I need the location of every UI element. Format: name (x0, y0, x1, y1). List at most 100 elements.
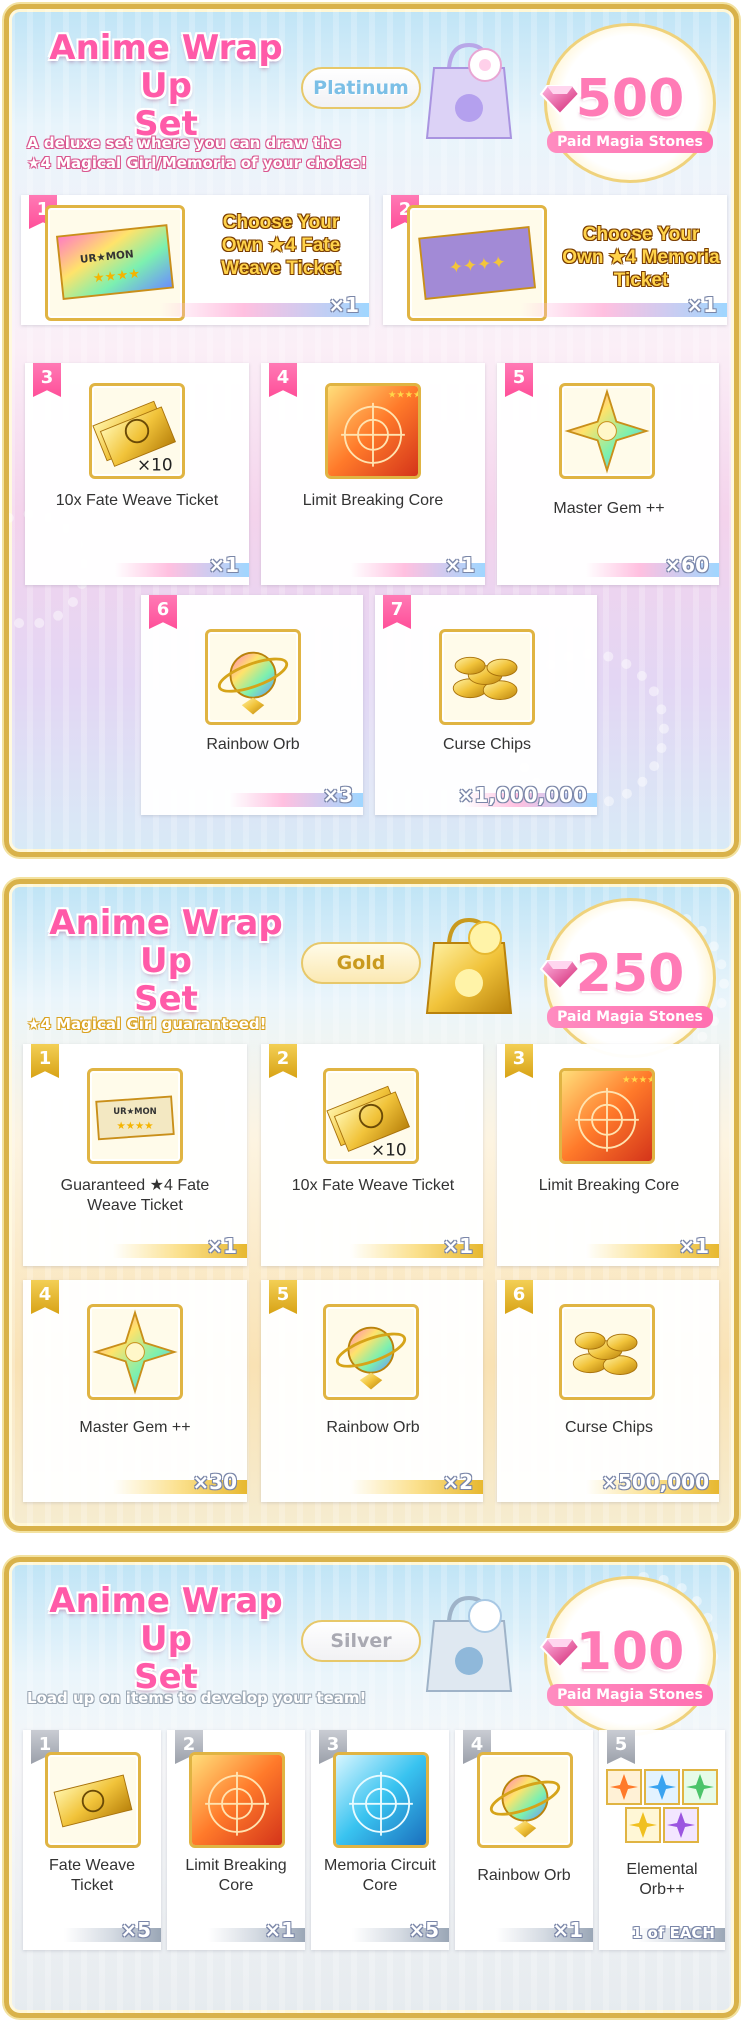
item-label: Elemental Orb++ (626, 1861, 698, 1898)
item-label: Rainbow Orb (477, 1867, 571, 1884)
tier-badge-gold: Gold (301, 942, 421, 984)
item-number-tab: 7 (383, 595, 411, 629)
item-label: Rainbow Orb (326, 1419, 420, 1436)
item-quantity: ×30 (192, 1470, 237, 1494)
set-item-card[interactable]: 1 UR★MON ★★★★ Choose Your Own ★4 Fate We… (21, 195, 369, 325)
item-number-tab: 3 (505, 1044, 533, 1078)
item-label: Master Gem ++ (553, 500, 665, 517)
description-line1: A deluxe set where you can draw the (27, 134, 341, 152)
item-quantity: ×500,000 (601, 1470, 709, 1494)
item-quantity: ×1 (208, 553, 239, 577)
item-quantity: ×1,000,000 (457, 783, 587, 807)
item-label: Limit Breaking Core (185, 1857, 287, 1894)
set-item-card[interactable]: 2 Limit Breaking Core ×1 (167, 1730, 305, 1950)
price-value: 500 (575, 69, 685, 129)
set-item-card[interactable]: 2 ✦✦✦✦ Choose Your Own ★4 Memoria Ticket… (383, 195, 727, 325)
item-number-tab: 5 (269, 1280, 297, 1314)
set-title: Anime Wrap Up Set (31, 904, 301, 1018)
item-quantity: ×1 (678, 1234, 709, 1258)
set-item-card[interactable]: 3 Memoria Circuit Core ×5 (311, 1730, 449, 1950)
item-number-tab: 6 (505, 1280, 533, 1314)
item-label: Curse Chips (564, 1419, 654, 1436)
item-label: 10x Fate Weave Ticket (291, 1177, 455, 1194)
set-title-line2: Set (134, 979, 198, 1019)
item-quantity: ×1 (328, 293, 359, 317)
rainbow-orb-icon (205, 629, 301, 725)
item-number-tab: 6 (149, 595, 177, 629)
item-label: Choose Your Own ★4 Fate Weave Ticket (221, 212, 341, 279)
gem-icon (539, 960, 581, 991)
description-line2: ★4 Magical Girl/Memoria of your choice! (27, 154, 368, 172)
set-title: Anime Wrap Up Set (31, 29, 301, 143)
set-item-card[interactable]: 1 UR★MON ★★★★ Guaranteed ★4 Fate Weave T… (23, 1044, 247, 1266)
ticket-icon: ×10 (89, 383, 185, 479)
core-icon: ★★★★ (559, 1068, 655, 1164)
set-item-card[interactable]: 3 ★★★★ Limit Breaking Core ×1 (497, 1044, 719, 1266)
item-quantity: ×60 (664, 553, 709, 577)
ticket-icon: ×10 (323, 1068, 419, 1164)
set-item-card[interactable]: 5 Rainbow Orb ×2 (261, 1280, 483, 1502)
price-currency-label: Paid Magia Stones (547, 131, 713, 153)
silver-set-panel[interactable]: Anime Wrap Up Set Silver 100 Paid Magia … (4, 1557, 739, 2018)
set-item-card[interactable]: 4 ★★★★ Limit Breaking Core ×1 (261, 363, 485, 585)
ticket-icon (45, 1752, 141, 1848)
item-label: Curse Chips (442, 736, 532, 753)
set-title-line1: Anime Wrap Up (49, 1581, 283, 1659)
icon-multiplier-badge: ×10 (137, 454, 173, 474)
core-stars: ★★★★ (388, 389, 421, 400)
item-label: 10x Fate Weave Ticket (55, 492, 219, 509)
price-medallion: 100 Paid Magia Stones (539, 1576, 716, 1736)
gem-icon (539, 1638, 581, 1669)
set-item-card[interactable]: 5 Master Gem ++ ×60 (497, 363, 719, 585)
bag-icon (425, 42, 513, 139)
set-item-card[interactable]: 1 Fate Weave Ticket ×5 (23, 1730, 161, 1950)
item-number-tab: 1 (31, 1044, 59, 1078)
item-quantity: ×1 (206, 1234, 237, 1258)
set-item-card[interactable]: 6 Rainbow Orb ×3 (141, 595, 363, 815)
memoria-core-icon (333, 1752, 429, 1848)
set-description: A deluxe set where you can draw the ★4 M… (27, 133, 407, 173)
item-label: Choose Your Own ★4 Memoria Ticket (562, 224, 720, 291)
set-item-card[interactable]: 3 ×10 10x Fate Weave Ticket ×1 (25, 363, 249, 585)
curse-chips-icon (559, 1304, 655, 1400)
set-title-line1: Anime Wrap Up (49, 28, 283, 106)
item-quantity: ×1 (686, 293, 717, 317)
bag-icon (425, 1595, 513, 1692)
set-item-card[interactable]: 5 Elemental Orb++ 1 of EACH (599, 1730, 725, 1950)
item-number-tab: 4 (269, 363, 297, 397)
rainbow-orb-icon (477, 1752, 573, 1848)
item-label: Rainbow Orb (206, 736, 300, 753)
set-item-card[interactable]: 6 Curse Chips ×500,000 (497, 1280, 719, 1502)
item-quantity: ×1 (552, 1918, 583, 1942)
tier-badge-platinum: Platinum (301, 67, 421, 109)
set-description: ★4 Magical Girl guaranteed! (27, 1015, 267, 1033)
tier-badge-silver: Silver (301, 1620, 421, 1662)
master-gem-icon (87, 1304, 183, 1400)
item-number-tab: 4 (31, 1280, 59, 1314)
platinum-set-panel[interactable]: Anime Wrap Up Set Platinum 500 Paid Magi… (4, 4, 739, 857)
set-title: Anime Wrap Up Set (31, 1582, 301, 1696)
ticket-icon: UR★MON ★★★★ (87, 1068, 183, 1164)
set-item-card[interactable]: 2 ×10 10x Fate Weave Ticket ×1 (261, 1044, 483, 1266)
gold-set-panel[interactable]: Anime Wrap Up Set Gold 250 Paid Magia St… (4, 879, 739, 1531)
item-number-tab: 3 (33, 363, 61, 397)
price-value: 100 (575, 1622, 685, 1682)
set-item-card[interactable]: 7 Curse Chips ×1,000,000 (375, 595, 597, 815)
rainbow-orb-icon (323, 1304, 419, 1400)
bag-icon (425, 917, 513, 1014)
item-quantity: 1 of EACH (631, 1924, 715, 1942)
item-quantity: ×2 (442, 1470, 473, 1494)
set-item-card[interactable]: 4 Master Gem ++ ×30 (23, 1280, 247, 1502)
item-number-tab: 2 (269, 1044, 297, 1078)
item-number-tab: 5 (505, 363, 533, 397)
price-medallion: 250 Paid Magia Stones (539, 898, 716, 1058)
set-description: Load up on items to develop your team! (27, 1689, 367, 1707)
item-label: Limit Breaking Core (538, 1177, 680, 1194)
set-item-card[interactable]: 4 Rainbow Orb ×1 (455, 1730, 593, 1950)
master-gem-icon (559, 383, 655, 479)
item-quantity: ×1 (444, 553, 475, 577)
item-label: Guaranteed ★4 Fate Weave Ticket (60, 1177, 210, 1214)
item-label: Limit Breaking Core (302, 492, 444, 509)
item-label: Fate Weave Ticket (49, 1857, 135, 1894)
price-currency-label: Paid Magia Stones (547, 1684, 713, 1706)
